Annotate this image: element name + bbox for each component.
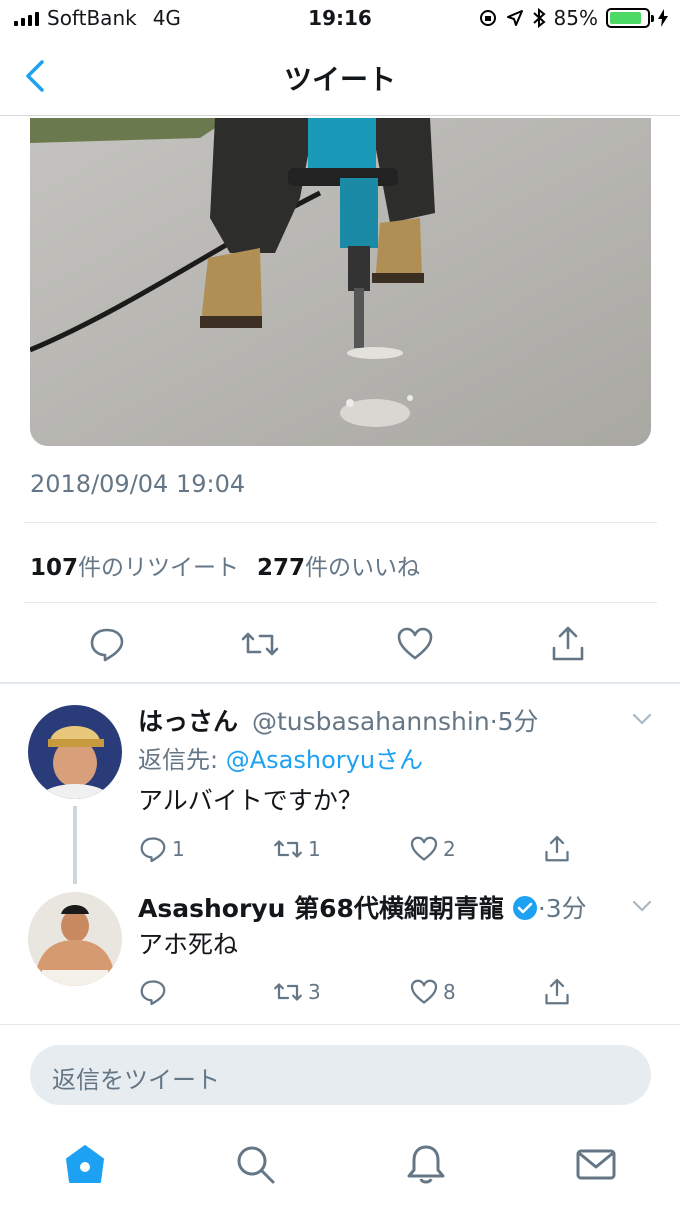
page-title: ツイート — [283, 63, 396, 96]
reply-to-user[interactable]: @Asashoryu — [226, 746, 375, 774]
reply-icon — [140, 837, 166, 863]
reply-icon[interactable] — [87, 624, 127, 664]
battery-icon — [606, 8, 654, 28]
reply-time: ·5分 — [489, 707, 539, 736]
sumo-wrestler-avatar — [28, 892, 122, 986]
divider — [0, 682, 680, 684]
author-name[interactable]: はっさん — [138, 707, 238, 736]
compose-placeholder: 返信をツイート — [52, 1066, 220, 1094]
charging-icon — [658, 9, 668, 27]
retweet-button[interactable]: 3 — [272, 977, 321, 1007]
like-label: 件のいいね — [305, 555, 421, 581]
avatar[interactable] — [28, 892, 122, 986]
retweet-label: 件のリツイート — [78, 555, 240, 581]
reply-header: Asashoryu 第68代横綱朝青龍 ·3分 — [138, 889, 587, 925]
messages-envelope-icon[interactable] — [574, 1142, 618, 1186]
share-icon — [545, 835, 569, 862]
heart-icon — [410, 979, 438, 1004]
share-icon[interactable] — [548, 624, 588, 664]
reply-text: アホ死ね — [138, 930, 239, 959]
avatar[interactable] — [28, 705, 122, 799]
tweet-actions — [0, 620, 680, 670]
bluetooth-icon — [532, 8, 546, 28]
reply-button[interactable]: 1 — [138, 834, 185, 864]
reply-to-prefix: 返信先: — [138, 746, 219, 774]
retweet-icon[interactable] — [240, 624, 280, 664]
search-icon[interactable] — [233, 1142, 277, 1186]
like-count: 2 — [443, 837, 456, 861]
reply-count: 1 — [172, 837, 185, 861]
heart-icon[interactable] — [395, 624, 435, 664]
like-count: 277 — [257, 555, 306, 581]
author-handle[interactable]: @tusbasahannshin — [252, 707, 490, 736]
verified-badge-icon — [512, 896, 537, 920]
retweet-stat[interactable]: 107件のリツイート — [30, 548, 239, 582]
heart-icon — [410, 836, 438, 861]
divider — [24, 602, 657, 603]
rotation-lock-icon — [479, 10, 496, 26]
chevron-down-icon[interactable] — [632, 712, 652, 726]
like-button[interactable]: 8 — [409, 977, 456, 1007]
like-button[interactable]: 2 — [409, 834, 456, 864]
location-icon — [506, 10, 523, 26]
retweet-icon — [274, 983, 302, 1001]
reply-to-line: 返信先: @Asashoryuさん — [138, 740, 423, 775]
reply-icon — [140, 980, 166, 1006]
divider — [24, 522, 657, 523]
tweet-timestamp: 2018/09/04 19:04 — [30, 470, 246, 498]
tweet-stats: 107件のリツイート 277件のいいね — [30, 548, 420, 582]
retweet-count: 3 — [308, 980, 321, 1004]
battery-percent: 85% — [553, 6, 598, 30]
retweet-button[interactable]: 1 — [272, 834, 321, 864]
chevron-down-icon[interactable] — [632, 899, 652, 913]
retweet-count: 1 — [308, 837, 321, 861]
tab-bar — [0, 1130, 680, 1209]
share-icon — [545, 978, 569, 1005]
reply-header: はっさん @tusbasahannshin·5分 — [138, 702, 539, 738]
retweet-icon — [274, 840, 302, 858]
tweet-photo[interactable] — [30, 118, 651, 446]
like-count: 8 — [443, 980, 456, 1004]
home-icon[interactable] — [63, 1142, 107, 1186]
jackhammer-photo — [30, 118, 651, 446]
status-bar: SoftBank 4G 19:16 85% — [0, 0, 680, 38]
navigation-bar: ツイート — [0, 38, 680, 116]
reply-to-suffix: さん — [375, 746, 424, 774]
reply-compose-input[interactable]: 返信をツイート — [30, 1045, 651, 1105]
notifications-bell-icon[interactable] — [404, 1142, 448, 1186]
divider — [0, 1024, 680, 1025]
share-button[interactable] — [542, 977, 572, 1007]
reply-text: アルバイトですか？ — [138, 786, 363, 815]
baseball-player-avatar — [28, 705, 122, 799]
author-name[interactable]: Asashoryu 第68代横綱朝青龍 — [138, 894, 504, 923]
share-button[interactable] — [542, 834, 572, 864]
like-stat[interactable]: 277件のいいね — [257, 548, 420, 582]
retweet-count: 107 — [30, 555, 79, 581]
thread-line — [73, 806, 77, 884]
reply-button[interactable] — [138, 977, 172, 1007]
reply-time: ·3分 — [537, 894, 587, 923]
